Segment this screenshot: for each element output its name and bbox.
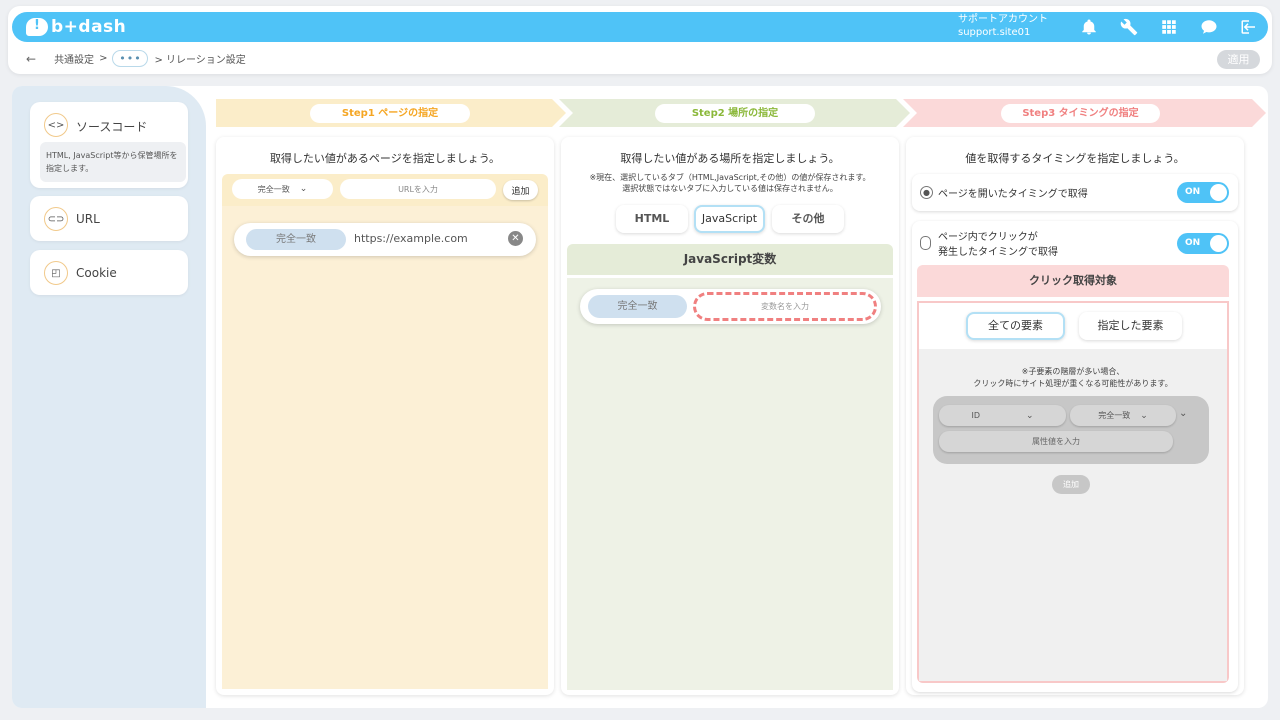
apply-button[interactable]: 適用 (1217, 50, 1260, 69)
close-icon[interactable]: ✕ (508, 231, 523, 246)
top-bar: b+dash サポートアカウント support.site01 (12, 12, 1268, 42)
step1-add-button[interactable]: 追加 (503, 180, 538, 200)
tab-specified-elements[interactable]: 指定した要素 (1079, 312, 1182, 340)
logo-text: b+dash (51, 17, 127, 37)
step3-option-page-open: ● ページを開いたタイミングで取得 ON (912, 174, 1238, 211)
step1-entry-match[interactable]: 完全一致 (246, 229, 346, 250)
step3-option-click-label-line-2: 発生したタイミングで取得 (938, 247, 1058, 258)
step3-page-open-toggle[interactable]: ON (1177, 182, 1229, 203)
step3-attribute-row: ID ⌄ 完全一致 ⌄ ⌄ 属性値を入力 (933, 396, 1209, 464)
sidebar-item-label: URL (76, 212, 100, 226)
sidebar-item-label: Cookie (76, 266, 117, 280)
step2-content-area (567, 278, 893, 690)
chevron-down-icon: ⌄ (1140, 410, 1148, 421)
sidebar-item-description: HTML, JavaScript等から保管場所を指定します。 (40, 142, 186, 182)
bell-icon[interactable] (1078, 16, 1100, 38)
sidebar-item-source-code[interactable]: <> ソースコード HTML, JavaScript等から保管場所を指定します。 (30, 102, 188, 188)
wrench-icon[interactable] (1118, 16, 1140, 38)
sidebar-item-cookie[interactable]: ◰ Cookie (30, 250, 188, 295)
account-info[interactable]: サポートアカウント support.site01 (958, 13, 1048, 39)
step1-entry-url[interactable]: https://example.com (354, 232, 468, 245)
step3-add-button[interactable]: 追加 (1052, 475, 1090, 494)
back-arrow-icon[interactable]: ← (26, 52, 36, 66)
toggle-state: ON (1185, 187, 1201, 197)
step3-title: 値を取得するタイミングを指定しましょう。 (965, 152, 1185, 165)
top-icons (1078, 16, 1260, 38)
step3-warning-line-1: ※子要素の階層が多い場合、 (1021, 367, 1125, 376)
breadcrumb-separator: > (99, 53, 108, 64)
step1-url-input[interactable]: URLを入力 (340, 179, 496, 199)
step2-title: 取得したい値がある場所を指定しましょう。 (620, 152, 840, 165)
app-logo[interactable]: b+dash (26, 17, 126, 37)
step3-option-click-label-line-1: ページ内でクリックが (938, 232, 1038, 243)
step3-option-page-open-label: ページを開いたタイミングで取得 (938, 189, 1088, 200)
code-icon: <> (44, 113, 68, 137)
logo-icon (26, 18, 48, 36)
sidebar-item-label: ソースコード (76, 120, 148, 134)
step2-match-select[interactable]: 完全一致 (588, 295, 687, 318)
chevron-down-icon: ⌄ (299, 184, 308, 194)
chat-icon[interactable] (1198, 16, 1220, 38)
step1-match-select-value: 完全一致 (257, 184, 290, 194)
breadcrumb-common-settings[interactable]: 共通設定 (54, 51, 94, 66)
step1-panel: 取得したい値があるページを指定しましょう。 (216, 137, 554, 695)
toggle-knob (1210, 184, 1227, 201)
tab-other[interactable]: その他 (772, 205, 844, 233)
step3-match-select-value: 完全一致 (1098, 411, 1131, 420)
toggle-knob (1210, 235, 1227, 252)
grid-icon[interactable] (1158, 16, 1180, 38)
step2-note: ※現在、選択しているタブ（HTML,JavaScript,その他）の値が保存され… (561, 172, 899, 194)
sidebar-item-url[interactable]: ⊂⊃ URL (30, 196, 188, 241)
logout-icon[interactable] (1238, 16, 1260, 38)
toggle-state: ON (1185, 238, 1201, 248)
step3-click-toggle[interactable]: ON (1177, 233, 1229, 254)
step3-warning-note: ※子要素の階層が多い場合、 クリック時にサイト処理が重くなる可能性があります。 (920, 366, 1226, 390)
breadcrumb-current: > リレーション設定 (154, 55, 246, 66)
expand-chevron-icon[interactable]: ⌄ (1179, 408, 1187, 419)
step2-section-title: JavaScript変数 (567, 244, 893, 275)
step3-attribute-select-value: ID (971, 411, 980, 420)
cookie-icon: ◰ (44, 261, 68, 285)
step3-attribute-value-input[interactable]: 属性値を入力 (939, 431, 1173, 452)
step3-option-click-label: ページ内でクリックが 発生したタイミングで取得 (938, 230, 1058, 260)
step2-note-line-2: 選択状態ではないタブに入力している値は保存されません。 (622, 184, 838, 193)
step3-warning-line-2: クリック時にサイト処理が重くなる可能性があります。 (973, 379, 1173, 388)
mouse-icon (920, 236, 931, 250)
step1-list-area (222, 206, 548, 689)
tab-javascript[interactable]: JavaScript (694, 205, 765, 233)
step3-label: Step3 タイミングの指定 (1001, 104, 1160, 123)
step2-note-line-1: ※現在、選択しているタブ（HTML,JavaScript,その他）の値が保存され… (589, 173, 871, 182)
eye-icon: ● (920, 186, 933, 199)
step3-click-target-title: クリック取得対象 (917, 265, 1229, 297)
step1-label: Step1 ページの指定 (310, 104, 470, 123)
breadcrumb-more-button[interactable]: ••• (112, 50, 149, 67)
link-icon: ⊂⊃ (44, 207, 68, 231)
chevron-down-icon: ⌄ (1025, 410, 1034, 421)
step1-title: 取得したい値があるページを指定しましょう。 (269, 152, 501, 165)
step3-match-select[interactable]: 完全一致 ⌄ (1070, 405, 1176, 426)
step1-match-select[interactable]: 完全一致 ⌄ (232, 179, 333, 199)
account-title: サポートアカウント (958, 14, 1048, 25)
account-id: support.site01 (958, 27, 1031, 38)
step1-url-entry: 完全一致 https://example.com ✕ (234, 223, 536, 256)
step2-variable-entry: 完全一致 変数名を入力 (580, 289, 881, 324)
tab-all-elements[interactable]: 全ての要素 (966, 312, 1065, 340)
breadcrumb: ← 共通設定 > ••• > リレーション設定 (26, 50, 246, 67)
step2-label: Step2 場所の指定 (655, 104, 815, 123)
step2-variable-input[interactable]: 変数名を入力 (693, 292, 877, 321)
tab-html[interactable]: HTML (616, 205, 688, 233)
step3-attribute-select[interactable]: ID ⌄ (939, 405, 1066, 426)
